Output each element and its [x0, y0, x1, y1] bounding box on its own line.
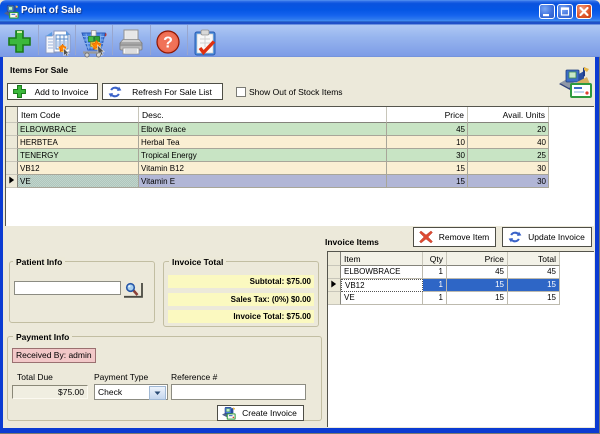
svg-text:?: ?: [163, 35, 173, 52]
